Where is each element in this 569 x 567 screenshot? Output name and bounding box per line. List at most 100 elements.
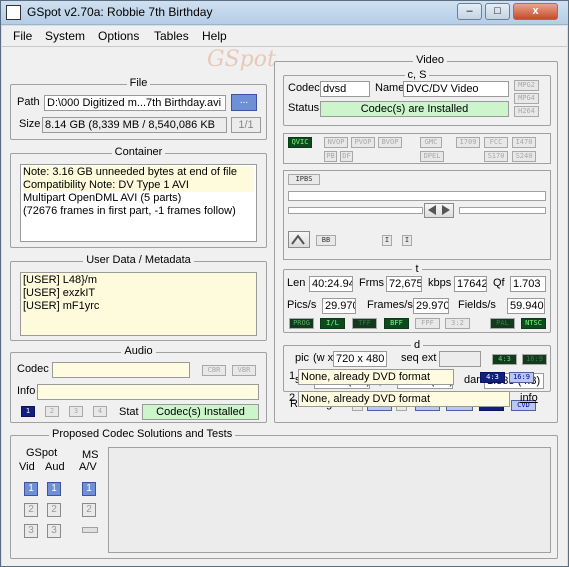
audio-info-label: Info: [17, 385, 36, 397]
i-tag-2: I: [402, 235, 412, 246]
userdata-line: [USER] mF1yrc: [23, 300, 100, 312]
len-label: Len: [287, 277, 306, 289]
proposed-group: Proposed Codec Solutions and Tests GSpot…: [10, 428, 558, 559]
container-line: Compatibility Note: DV Type 1 AVI: [23, 179, 254, 192]
userdata-info: [USER] L48}/m [USER] exzkIT [USER] mF1yr…: [20, 272, 257, 336]
prog-tag: PROG: [289, 318, 314, 329]
audio-info-field: [37, 384, 259, 400]
il-tag: I/L: [320, 318, 345, 329]
seqext-field: [439, 351, 481, 367]
i709-tag: I709: [456, 137, 480, 148]
ar169-tag: 16:9: [522, 354, 547, 365]
ms-av-2[interactable]: 2: [82, 503, 96, 517]
pulldown-tag: 3:2: [445, 318, 470, 329]
nvop-tag: NVOP: [324, 137, 348, 148]
d-legend: d: [410, 339, 424, 351]
userdata-line: [USER] L48}/m: [23, 274, 97, 286]
ntsc-tag: NTSC: [521, 318, 546, 329]
fields-label: Fields/s: [458, 299, 496, 311]
kbps-field: 17642: [454, 276, 487, 292]
refresh-button[interactable]: [288, 231, 310, 248]
close-button[interactable]: x: [513, 3, 558, 20]
size-label: Size: [19, 118, 41, 130]
bff-tag: BFF: [384, 318, 409, 329]
cs-legend: c, S: [404, 69, 430, 81]
title-bar[interactable]: GSpot v2.70a: Robbie 7th Birthday – □ x: [1, 1, 568, 25]
userdata-legend: User Data / Metadata: [83, 254, 194, 266]
ipbs-tag: IPBS: [288, 174, 320, 185]
window-title: GSpot v2.70a: Robbie 7th Birthday: [27, 5, 213, 19]
menu-help[interactable]: Help: [202, 29, 227, 43]
video-name-label: Name: [375, 82, 405, 94]
container-info: Note: 3.16 GB unneeded bytes at end of f…: [20, 164, 257, 242]
gop-bar-left: [288, 207, 423, 214]
refresh-icon: [291, 234, 305, 245]
file-group: File Path D:\000 Digitized m...7th Birth…: [10, 77, 267, 140]
resize-1-field: None, already DVD format: [298, 369, 454, 385]
audio-legend: Audio: [121, 345, 156, 357]
app-icon: [6, 5, 21, 20]
ms-av-placeholder: [82, 527, 98, 533]
path-label: Path: [17, 96, 40, 108]
tff-tag: TFF: [352, 318, 377, 329]
menu-file[interactable]: File: [13, 29, 32, 43]
gspot-window: GSpot v2.70a: Robbie 7th Birthday – □ x …: [0, 0, 569, 567]
gspot-label: GSpot: [26, 447, 58, 459]
timing-subgroup: t Len 40:24.947 Frms 72,675 kbps 17642 Q…: [283, 263, 551, 333]
container-group: Container Note: 3.16 GB unneeded bytes a…: [10, 146, 267, 248]
container-line: (72676 frames in first part, -1 frames f…: [23, 205, 236, 217]
gspot-logo: GSpot: [207, 47, 276, 72]
audio-codec-label: Codec: [17, 363, 49, 375]
resize-ar43-tag[interactable]: 4:3: [480, 372, 505, 383]
menu-system[interactable]: System: [45, 29, 85, 43]
proposed-output: [108, 447, 551, 553]
video-codec-field: dvsd: [320, 81, 370, 97]
file-legend: File: [126, 77, 151, 89]
df-tag: DF: [340, 151, 353, 162]
cs-subgroup: c, S Codec dvsd Name DVC/DV Video MPG2 M…: [283, 69, 551, 126]
path-field[interactable]: D:\000 Digitized m...7th Birthday.avi: [44, 95, 226, 111]
bvop-tag: BVOP: [378, 137, 402, 148]
mpg4-tag: MPG4: [514, 93, 539, 104]
maximize-button[interactable]: □: [485, 3, 510, 20]
gspot-vid-3[interactable]: 3: [24, 524, 38, 538]
dar-label: dar: [464, 374, 480, 386]
vbr-tag: VBR: [232, 365, 256, 376]
video-legend: Video: [413, 54, 447, 66]
audio-stream-2[interactable]: 2: [45, 406, 59, 417]
pal-tag: PAL: [490, 318, 515, 329]
i470-tag: I470: [512, 137, 536, 148]
pb-tag: PB: [324, 151, 337, 162]
audio-stream-4[interactable]: 4: [93, 406, 107, 417]
cbr-tag: CBR: [202, 365, 226, 376]
gspot-vid-1[interactable]: 1: [24, 482, 38, 496]
minimize-button[interactable]: –: [457, 3, 482, 20]
audio-stream-3[interactable]: 3: [69, 406, 83, 417]
gspot-aud-1[interactable]: 1: [47, 482, 61, 496]
frames-field: 29.970: [413, 298, 449, 314]
size-field: 8.14 GB (8,339 MB / 8,540,086 KB: [42, 117, 227, 133]
container-line: Note: 3.16 GB unneeded bytes at end of f…: [23, 166, 254, 179]
audio-codec-field: [52, 362, 190, 378]
menu-options[interactable]: Options: [98, 29, 139, 43]
av-label: A/V: [79, 461, 97, 473]
info-link[interactable]: info: [520, 392, 538, 404]
fields-field: 59.940: [507, 298, 545, 314]
gspot-aud-3[interactable]: 3: [47, 524, 61, 538]
feature-tags: QVIC NVOP PVOP BVOP GMC I709 FCC I470 PB…: [283, 133, 551, 164]
video-status-label: Status: [288, 102, 320, 114]
ms-label: MS: [82, 449, 99, 461]
browse-button[interactable]: ...: [231, 94, 257, 111]
gspot-vid-2[interactable]: 2: [24, 503, 38, 517]
audio-stat-label: Stat: [119, 406, 139, 418]
len-field: 40:24.947: [309, 276, 353, 292]
gspot-aud-2[interactable]: 2: [47, 503, 61, 517]
t-legend: t: [412, 263, 422, 275]
bb-tag: BB: [316, 235, 336, 246]
menu-tables[interactable]: Tables: [154, 29, 189, 43]
audio-stream-1[interactable]: 1: [21, 406, 35, 417]
pic-label: pic: [295, 352, 310, 364]
ms-av-1[interactable]: 1: [82, 482, 96, 496]
seek-arrows-button[interactable]: [424, 203, 454, 218]
resize-ar169-tag[interactable]: 16:9: [509, 372, 534, 383]
